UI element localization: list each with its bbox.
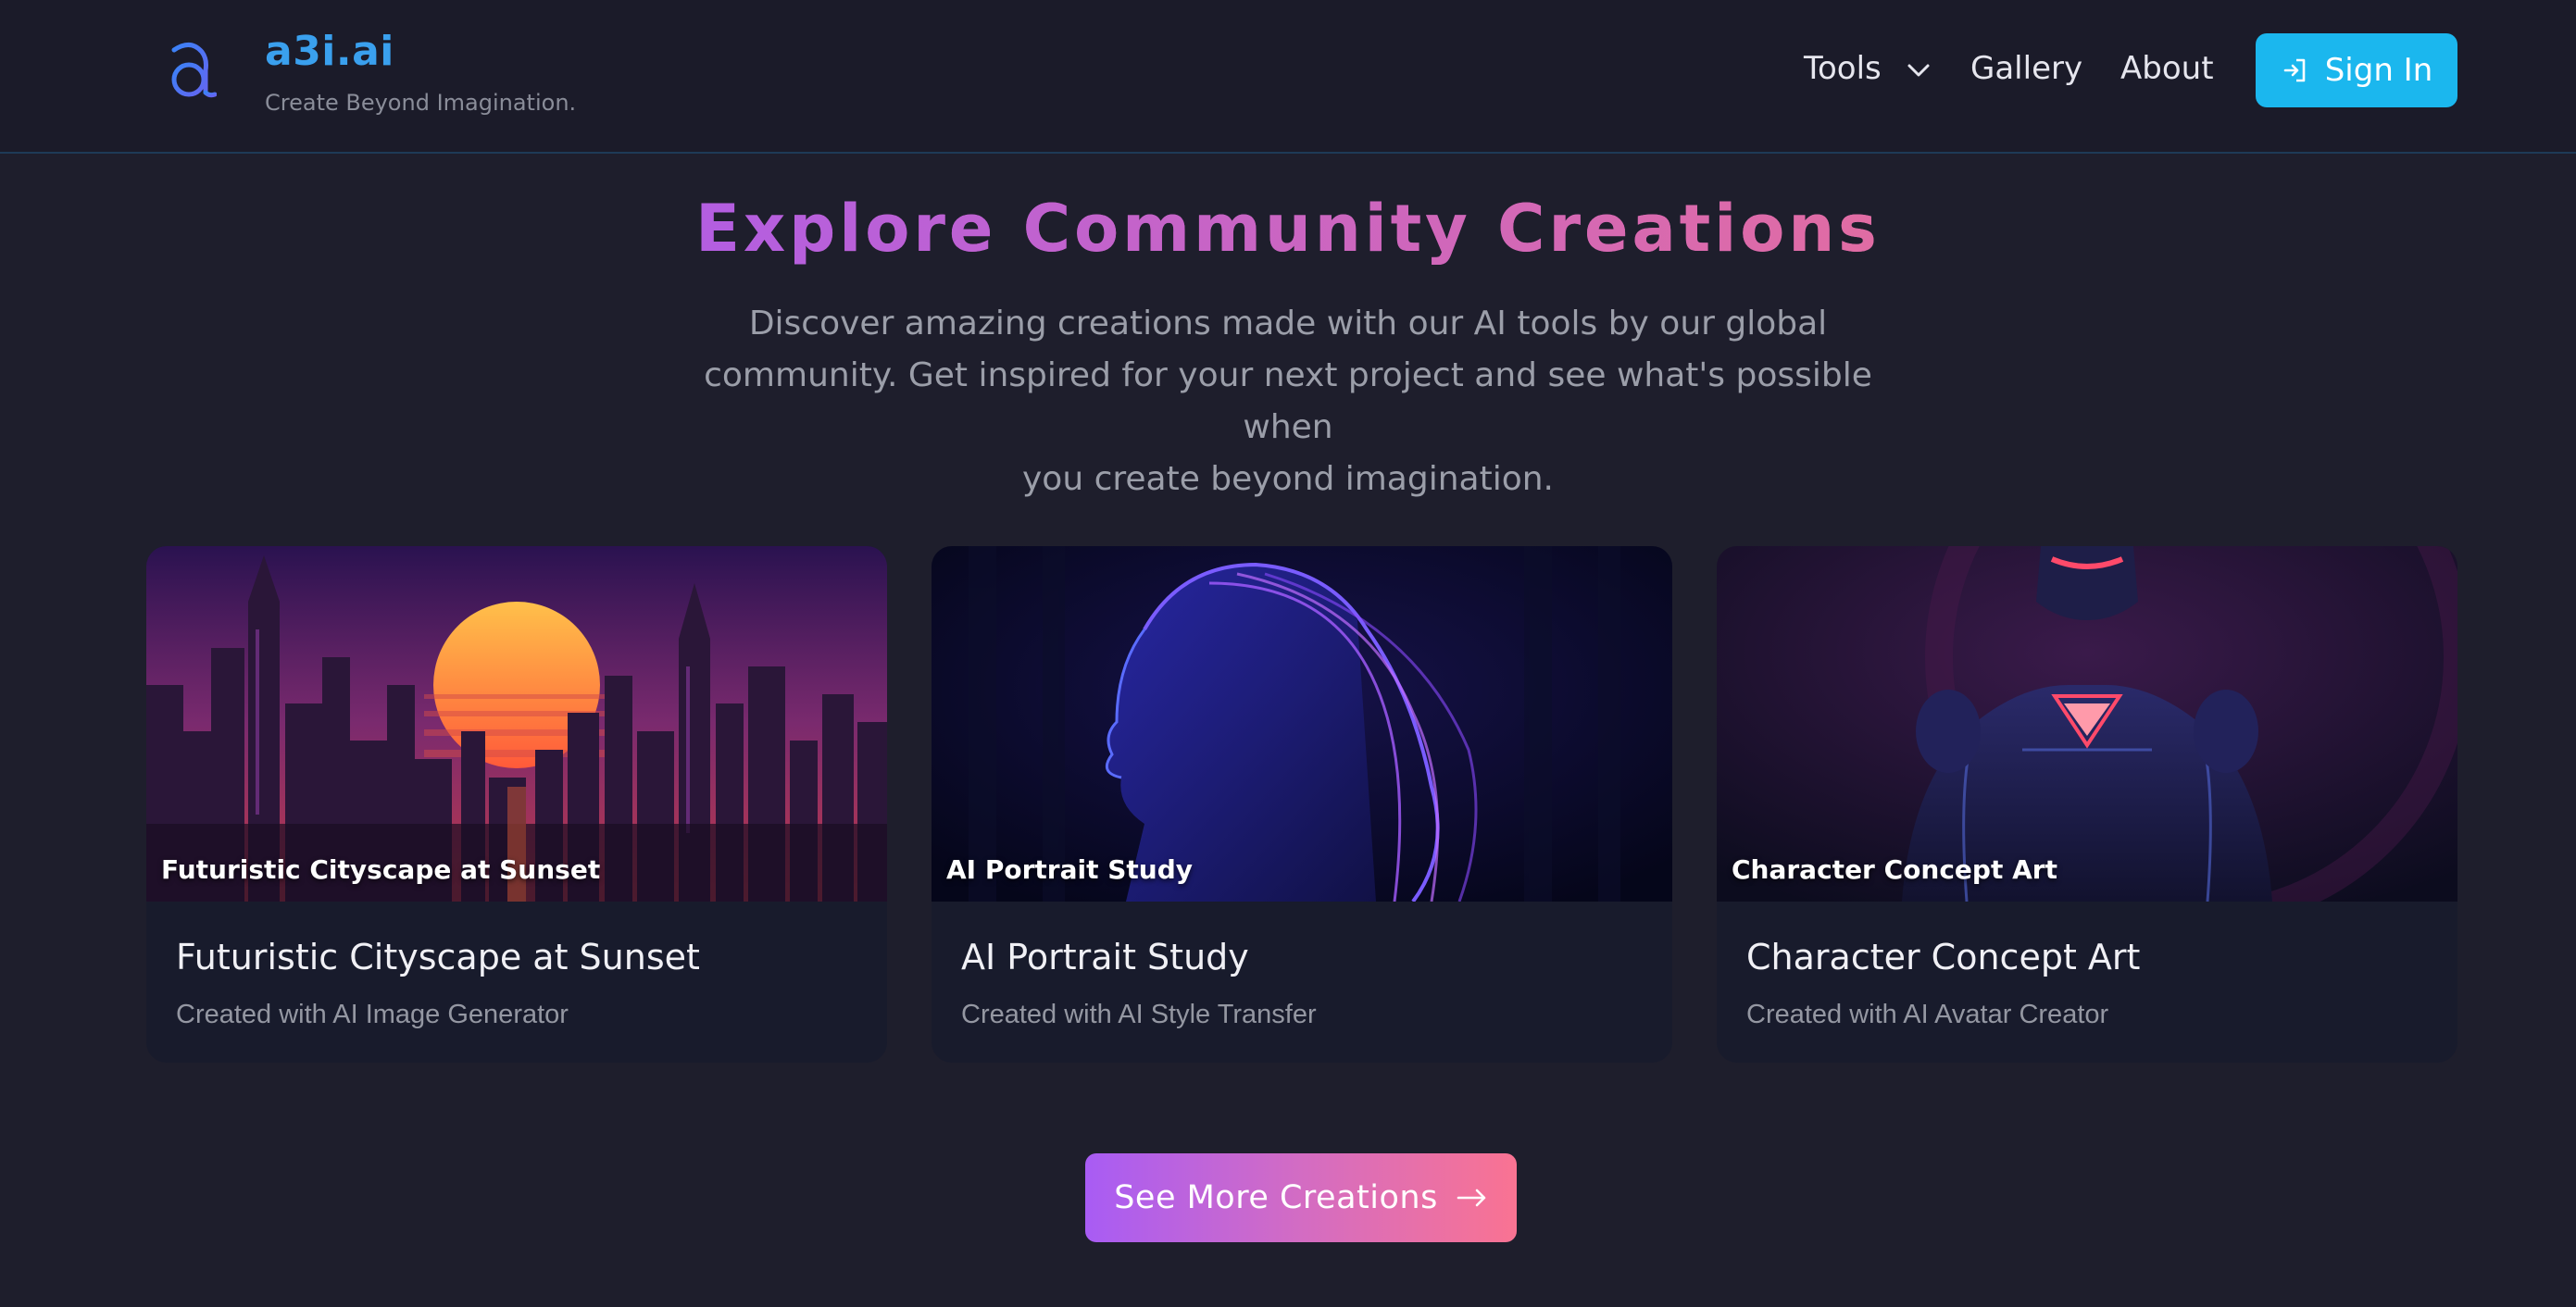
see-more-creations-button[interactable]: See More Creations <box>1085 1153 1517 1242</box>
card-subtitle: Created with AI Image Generator <box>176 1000 569 1029</box>
cityscape-illustration <box>146 546 887 902</box>
subtitle-line: community. Get inspired for your next pr… <box>704 356 1872 446</box>
brand-tagline: Create Beyond Imagination. <box>265 90 577 116</box>
creation-image-character[interactable]: Character Concept Art <box>1717 546 2457 902</box>
card-title: Character Concept Art <box>1746 937 2141 977</box>
cta-label: See More Creations <box>1114 1179 1438 1216</box>
card-subtitle: Created with AI Style Transfer <box>961 1000 1317 1029</box>
creation-image-cityscape[interactable]: Futuristic Cityscape at Sunset <box>146 546 887 902</box>
creation-card-character[interactable]: Character Concept Art Character Concept … <box>1717 546 2457 1063</box>
sign-in-label: Sign In <box>2324 52 2433 89</box>
portrait-illustration <box>932 546 1672 902</box>
page-subtitle: Discover amazing creations made with our… <box>667 298 1909 505</box>
card-subtitle: Created with AI Avatar Creator <box>1746 1000 2109 1029</box>
arrow-right-icon <box>1457 1189 1486 1207</box>
image-caption: AI Portrait Study <box>946 854 1193 885</box>
sign-in-button[interactable]: Sign In <box>2256 33 2457 107</box>
nav-gallery-link[interactable]: Gallery <box>1970 50 2082 87</box>
image-caption: Futuristic Cityscape at Sunset <box>161 854 601 885</box>
chevron-down-icon <box>1907 64 1930 76</box>
card-title: Futuristic Cityscape at Sunset <box>176 937 700 977</box>
nav-tools-dropdown[interactable]: Tools <box>1804 50 1931 87</box>
creation-card-portrait[interactable]: AI Portrait Study AI Portrait Study Crea… <box>932 546 1672 1063</box>
character-illustration <box>1717 546 2457 902</box>
brand[interactable]: a3i.ai Create Beyond Imagination. <box>265 28 576 116</box>
login-arrow-icon <box>2283 58 2306 82</box>
a-logo-icon[interactable] <box>165 37 217 102</box>
nav-about-link[interactable]: About <box>2120 50 2214 87</box>
site-header: a3i.ai Create Beyond Imagination. Tools … <box>0 0 2576 154</box>
card-title: AI Portrait Study <box>961 937 1249 977</box>
image-caption: Character Concept Art <box>1732 854 2057 885</box>
subtitle-line: you create beyond imagination. <box>1021 460 1554 498</box>
creation-image-portrait[interactable]: AI Portrait Study <box>932 546 1672 902</box>
brand-name: a3i.ai <box>265 28 394 75</box>
page-title: Explore Community Creations <box>0 191 2576 267</box>
creation-card-cityscape[interactable]: Futuristic Cityscape at Sunset Futuristi… <box>146 546 887 1063</box>
subtitle-line: Discover amazing creations made with our… <box>748 305 1828 342</box>
nav-tools-label: Tools <box>1804 50 1882 87</box>
